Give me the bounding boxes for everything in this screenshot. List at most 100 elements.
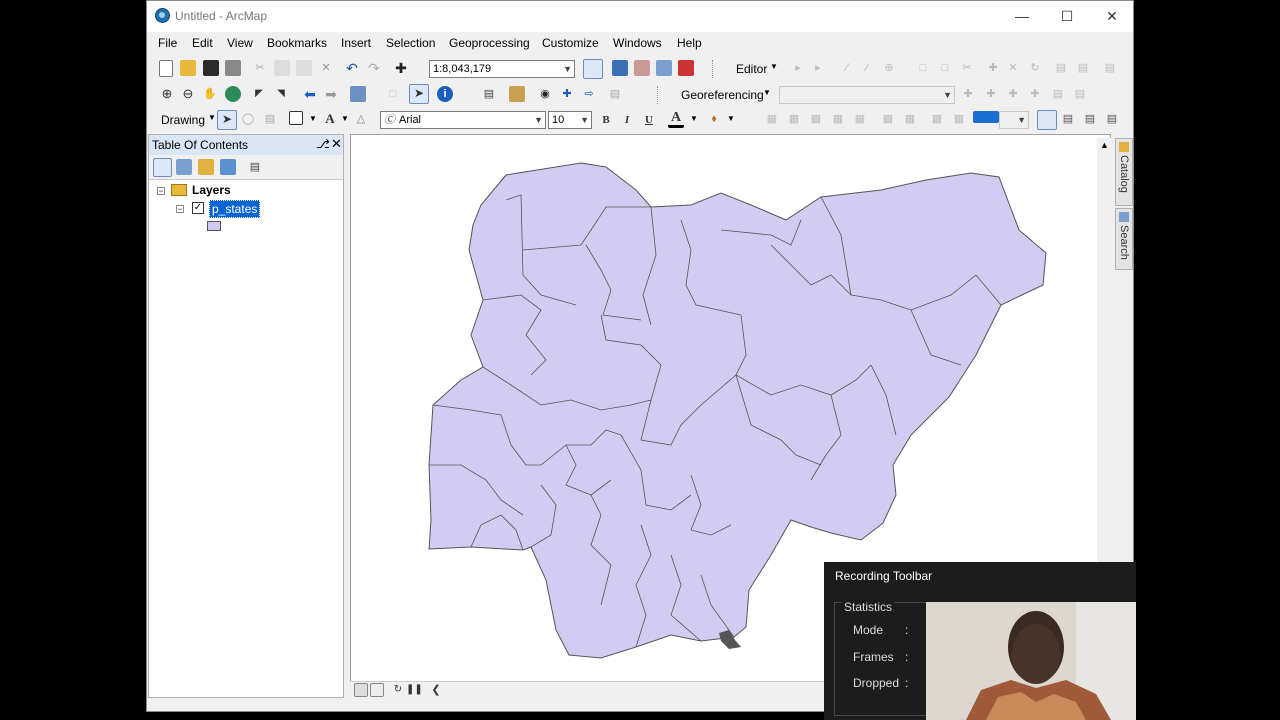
trace-icon[interactable]: ⊕ [881,60,897,76]
fixed-zoom-out-icon[interactable]: ◥ [273,86,289,102]
ungroup-icon[interactable]: ▦ [786,111,802,127]
group-icon[interactable]: ▦ [764,111,780,127]
reshape-icon[interactable]: □ [937,60,953,76]
layer-name-p-states[interactable]: p_states [209,200,261,218]
select-elements-arrow-icon[interactable]: ➤ [217,110,237,130]
layout-view-tab-icon[interactable] [370,683,384,697]
search-window-icon[interactable] [656,60,672,76]
edit-sketch-icon[interactable]: ▤ [1102,60,1118,76]
cut-icon[interactable]: ✂ [252,60,268,76]
create-features-icon[interactable]: ▤ [1075,60,1091,76]
pause-icon[interactable]: ❚❚ [406,682,423,698]
scroll-left-icon[interactable]: ❮ [428,682,444,698]
zoom-to-selected-icon[interactable]: ▤ [262,111,278,127]
copy-icon[interactable] [274,60,290,76]
table-of-contents-icon[interactable] [612,60,628,76]
italic-button[interactable]: I [619,112,635,128]
maximize-button[interactable]: ☐ [1044,1,1090,32]
auto-adjust-icon[interactable]: ▤ [1072,86,1088,102]
hyperlink-icon[interactable]: ⇨ [581,86,597,102]
split-icon[interactable]: ✚ [985,60,1001,76]
zoom-out-icon[interactable]: ⊖ [180,86,196,102]
attributes-icon[interactable]: ▤ [1053,60,1069,76]
rectangle-icon[interactable] [289,111,303,125]
close-icon[interactable]: ✕ [331,136,342,152]
rotate-right-icon[interactable]: ▦ [929,111,945,127]
redo-icon[interactable]: ↷ [366,60,382,76]
select-elements-icon[interactable]: ➤ [409,84,429,104]
pan-hand-icon[interactable]: ✋ [202,86,218,102]
add-control-points-icon[interactable]: ✚ [1005,86,1021,102]
paste-icon[interactable] [296,60,312,76]
rotate-left-icon[interactable]: ▦ [902,111,918,127]
straight-segment-icon[interactable]: ∕ [839,60,855,76]
full-extent-globe-icon[interactable] [225,86,241,102]
measure-icon[interactable] [509,86,525,102]
sketch-properties-icon[interactable]: ↻ [1027,60,1043,76]
arctoolbox-icon[interactable] [678,60,694,76]
scroll-up-icon[interactable]: ▲ [1100,140,1109,150]
menu-windows[interactable]: Windows [613,36,662,50]
options-icon[interactable]: ▤ [247,159,263,175]
menu-bookmarks[interactable]: Bookmarks [267,36,327,50]
undo-icon[interactable]: ↶ [344,60,360,76]
line-color-swatch[interactable] [973,111,999,123]
viewer-icon[interactable]: ▤ [1050,86,1066,102]
menu-insert[interactable]: Insert [341,36,371,50]
font-name-combo[interactable]: Ⓒ Arial ▼ [380,111,546,129]
refresh-icon[interactable]: ↻ [390,682,406,698]
link-table-icon[interactable]: ✚ [1027,86,1043,102]
new-text-icon[interactable]: A [322,111,338,127]
menu-help[interactable]: Help [677,36,702,50]
menu-view[interactable]: View [227,36,253,50]
edit-vertices-icon[interactable]: □ [915,60,931,76]
menu-customize[interactable]: Customize [542,36,599,50]
zoom-in-icon[interactable]: ⊕ [159,86,175,102]
layout-view-icon[interactable]: ▤ [1060,111,1076,127]
collapse-layers-icon[interactable]: − [157,187,165,196]
collapse-layer-icon[interactable]: − [176,205,184,214]
rotate-raster-icon[interactable]: ✚ [960,86,976,102]
select-features-icon[interactable] [350,86,366,102]
search-side-tab[interactable]: Search [1115,208,1133,270]
delete-icon[interactable]: ✕ [318,60,334,76]
find-binoculars-icon[interactable]: ◉ [537,86,553,102]
pin-icon[interactable]: ⎇ [316,137,330,151]
data-view-tab-icon[interactable] [354,683,368,697]
list-by-visibility-icon[interactable] [198,159,214,175]
rotate-icon[interactable]: ✕ [1005,60,1021,76]
identify-icon[interactable]: i [437,86,453,102]
georeferencing-menu[interactable]: Georeferencing [681,88,764,102]
forward-arrow-icon[interactable]: ➡ [323,86,339,102]
fixed-zoom-in-icon[interactable]: ◤ [251,86,267,102]
time-slider-icon[interactable]: ▤ [607,86,623,102]
fill-color-bucket-icon[interactable]: ♦ [706,111,722,127]
data-view-icon[interactable] [1037,110,1057,130]
drawing-menu[interactable]: Drawing [161,113,205,127]
new-document-icon[interactable] [159,60,173,77]
back-arrow-icon[interactable]: ⬅ [302,86,318,102]
menu-geoprocessing[interactable]: Geoprocessing [449,36,530,50]
list-by-source-icon[interactable] [176,159,192,175]
flip-icon[interactable]: ▦ [951,111,967,127]
menu-file[interactable]: File [158,36,177,50]
line-width-combo[interactable]: ▼ [999,111,1029,129]
layers-root-label[interactable]: Layers [192,183,231,197]
refresh-view-icon[interactable]: ▤ [1082,111,1098,127]
list-by-drawing-order-icon[interactable] [153,158,172,177]
underline-button[interactable]: U [641,112,657,128]
distribute-icon[interactable]: ▦ [880,111,896,127]
pause-drawing-icon[interactable]: ▤ [1104,111,1120,127]
clear-selection-icon[interactable]: □ [385,86,401,102]
print-icon[interactable] [225,60,241,76]
catalog-window-icon[interactable] [634,60,650,76]
georeferencing-layer-combo[interactable]: ▼ [779,86,955,104]
go-to-xy-icon[interactable]: ✚ [559,86,575,102]
list-by-selection-icon[interactable] [220,159,236,175]
map-scale-combo[interactable]: 1:8,043,179 ▼ [429,60,575,78]
font-size-combo[interactable]: 10 ▼ [548,111,592,129]
layer-visibility-checkbox[interactable]: ✓ [192,202,204,214]
html-popup-icon[interactable]: ▤ [481,86,497,102]
cut-polygons-icon[interactable]: ✂ [959,60,975,76]
menu-edit[interactable]: Edit [192,36,213,50]
